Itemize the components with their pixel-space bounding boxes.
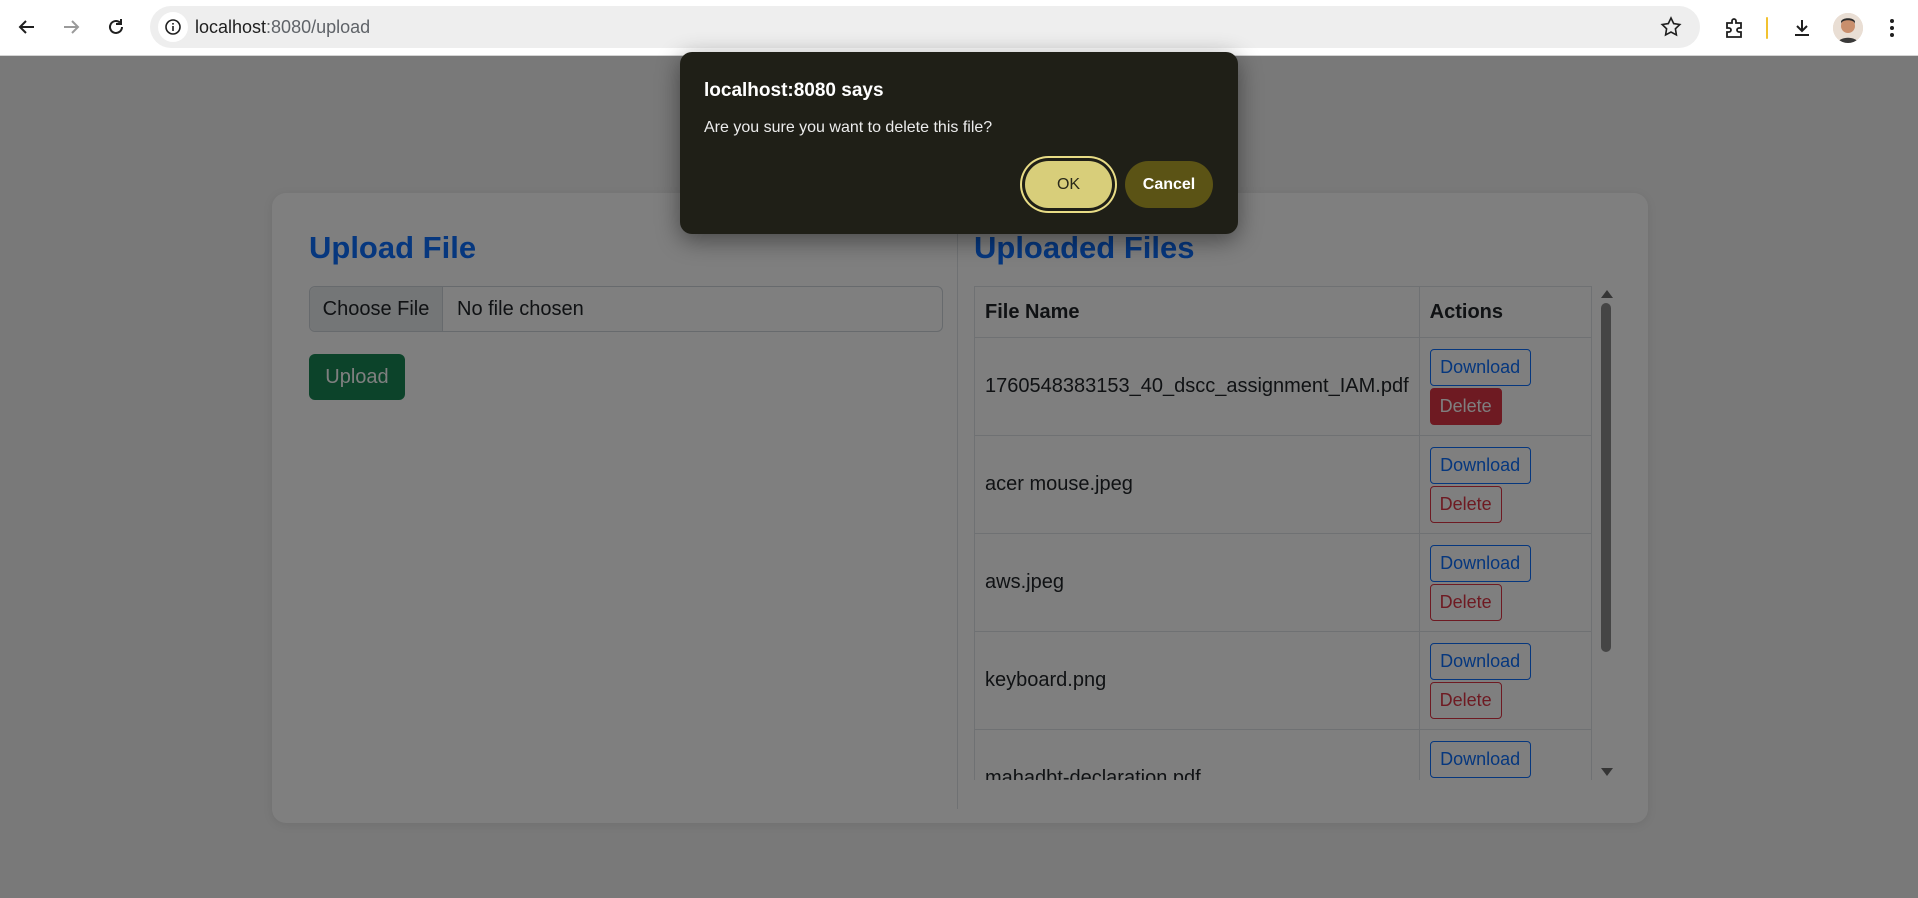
confirm-dialog: localhost:8080 says Are you sure you wan… <box>680 52 1238 234</box>
profile-avatar[interactable] <box>1833 13 1863 43</box>
star-icon[interactable] <box>1660 16 1682 43</box>
forward-arrow-icon[interactable] <box>56 12 86 42</box>
info-icon[interactable] <box>158 12 188 42</box>
download-icon[interactable] <box>1786 12 1818 44</box>
browser-toolbar: localhost:8080/upload <box>0 0 1918 56</box>
more-vert-icon[interactable] <box>1876 12 1908 44</box>
back-arrow-icon[interactable] <box>12 12 42 42</box>
ok-button[interactable]: OK <box>1025 161 1112 208</box>
reload-icon[interactable] <box>101 12 131 42</box>
extensions-icon[interactable] <box>1718 12 1750 44</box>
address-bar[interactable]: localhost:8080/upload <box>150 6 1700 48</box>
dialog-message: Are you sure you want to delete this fil… <box>704 119 993 136</box>
url-host: localhost <box>195 17 267 37</box>
url-path: :8080/upload <box>266 17 371 37</box>
url-text[interactable]: localhost:8080/upload <box>195 17 370 38</box>
toolbar-separator <box>1766 17 1768 39</box>
cancel-button[interactable]: Cancel <box>1125 161 1213 208</box>
dialog-title: localhost:8080 says <box>704 80 884 101</box>
